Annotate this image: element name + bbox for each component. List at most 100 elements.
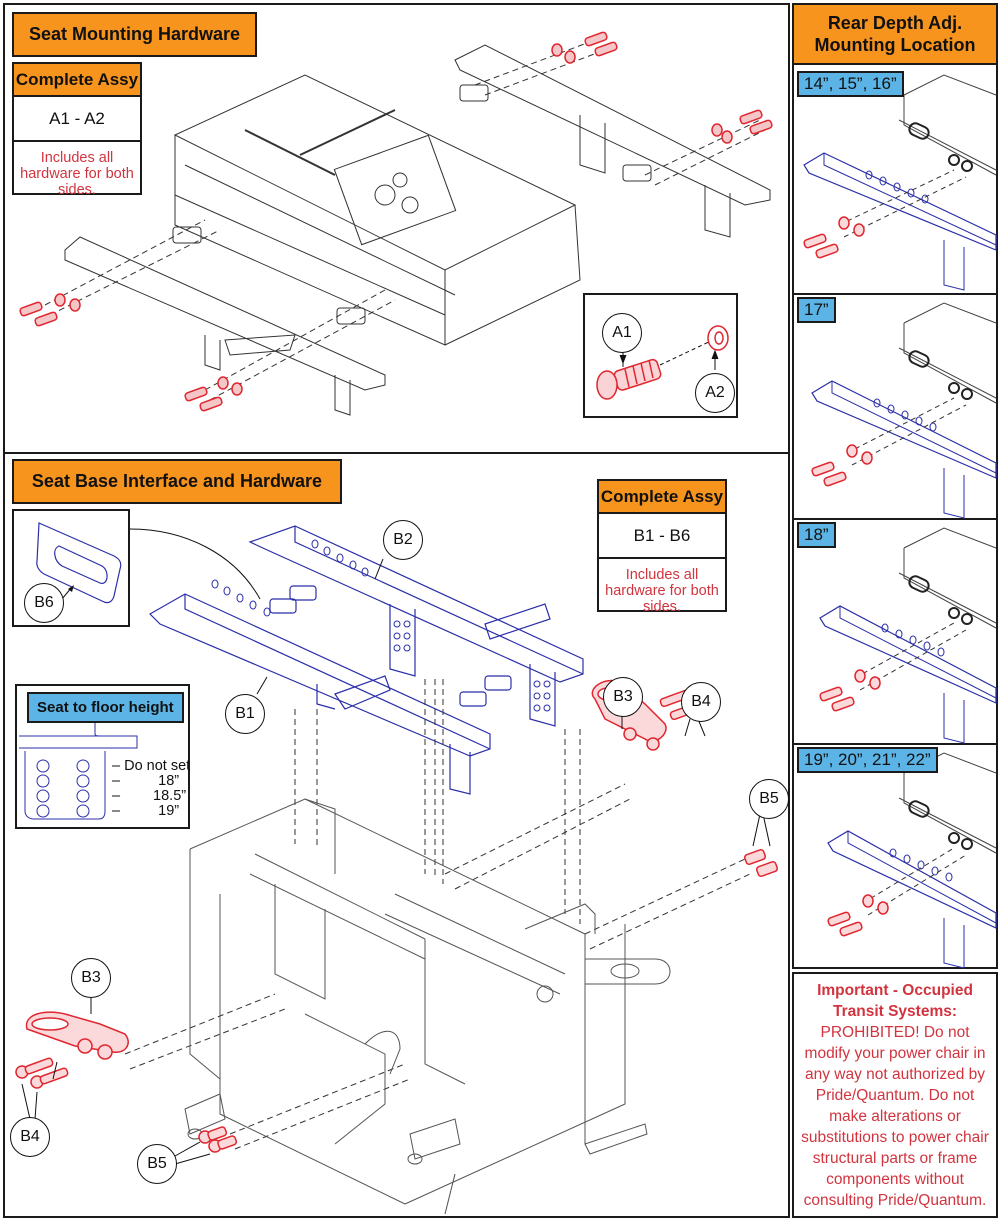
seat-mounting-title: Seat Mounting Hardware xyxy=(12,12,257,57)
a1-bolt-icon xyxy=(596,358,662,400)
seat-slot xyxy=(908,350,930,368)
complete-assy-note: Includes all hardware for both sides. xyxy=(605,567,719,615)
complete-assy-range: A1 - A2 xyxy=(14,97,140,142)
rail-bracket xyxy=(943,468,965,519)
height-row: – Do not set xyxy=(112,758,191,774)
seat-base-title: Seat Base Interface and Hardware xyxy=(12,459,342,504)
callout-b5-left: B5 xyxy=(137,1144,177,1184)
callout-b4-left: B4 xyxy=(10,1117,50,1157)
seat-mounting-complete-assy: Complete Assy A1 - A2 Includes all hardw… xyxy=(12,62,142,198)
bolt-icon xyxy=(815,243,839,259)
bolt-icon xyxy=(811,461,835,477)
callout-a2: A2 xyxy=(695,373,735,413)
washer-icon xyxy=(861,451,873,465)
washer-icon xyxy=(877,901,889,915)
rear-depth-rail xyxy=(819,605,997,704)
complete-assy-range: B1 - B6 xyxy=(599,514,725,559)
seat-hole xyxy=(948,382,960,394)
depth-position-drawing xyxy=(819,527,997,744)
rail-hole xyxy=(923,641,931,651)
b6-detail-inset: B6 xyxy=(12,509,130,627)
seat-base-complete-assy: Complete Assy B1 - B6 Includes all hardw… xyxy=(597,479,727,615)
callout-b5-right: B5 xyxy=(749,779,789,819)
b4-left-bolts-icon xyxy=(15,1057,69,1089)
b-rails xyxy=(149,525,584,795)
warning-body: PROHIBITED! Do not modify your power cha… xyxy=(801,1024,989,1209)
seat-frame-outline xyxy=(898,527,997,629)
b5-left-bolts-icon xyxy=(198,1126,238,1153)
warning-heading: Important - Occupied Transit Systems: xyxy=(817,982,973,1020)
rail-hole xyxy=(929,422,937,432)
rail-hole xyxy=(903,854,911,864)
seat-slot xyxy=(908,800,930,818)
depth-position-cell: 14”, 15”, 16” xyxy=(794,65,997,295)
rail-hole xyxy=(915,416,923,426)
rail-bracket xyxy=(943,918,965,969)
b3-left-bracket-icon xyxy=(25,1011,129,1060)
rear-depth-title-text: Rear Depth Adj. Mounting Location xyxy=(814,13,976,55)
rear-depth-title: Rear Depth Adj. Mounting Location xyxy=(792,3,998,65)
bolt-icon xyxy=(839,921,863,937)
b1-rail xyxy=(149,593,491,757)
depth-position-drawing xyxy=(803,74,997,291)
callout-b2: B2 xyxy=(383,520,423,560)
height-row: – 18.5” xyxy=(112,788,187,804)
washer-icon xyxy=(853,223,865,237)
depth-position-label: 14”, 15”, 16” xyxy=(797,71,904,97)
power-base-frame xyxy=(184,798,671,1215)
b5-right-bolts-icon xyxy=(743,848,779,878)
seat-base-panel: Seat Base Interface and Hardware Complet… xyxy=(3,452,790,1218)
bolt-icon xyxy=(827,911,851,927)
rear-depth-rail xyxy=(811,380,997,479)
seat-to-floor-inset: Seat to floor height – Do not set – 18” … xyxy=(15,684,190,829)
seat-frame-outline xyxy=(898,302,997,404)
seat-slot xyxy=(908,575,930,593)
callout-a1: A1 xyxy=(602,313,642,353)
seat-to-floor-label: Seat to floor height xyxy=(27,692,184,723)
depth-position-cell: 19”, 20”, 21”, 22” xyxy=(794,743,997,969)
depth-position-cell: 18” xyxy=(794,518,997,745)
callout-b3-right: B3 xyxy=(603,677,643,717)
seat-hole xyxy=(948,832,960,844)
height-holes xyxy=(36,759,90,818)
seat-hole xyxy=(961,838,973,850)
height-row: – 19” xyxy=(112,803,180,819)
depth-position-label: 19”, 20”, 21”, 22” xyxy=(797,747,938,773)
seat-base-plate xyxy=(173,74,577,271)
rear-depth-rail xyxy=(803,152,997,251)
washer-icon xyxy=(862,894,874,908)
depth-position-label: 17” xyxy=(797,297,836,323)
seat-slot xyxy=(908,122,930,140)
bolt-icon xyxy=(819,686,843,702)
a-parts-detail-inset: A1 A2 xyxy=(583,293,738,418)
rear-depth-rail-edge xyxy=(823,153,997,246)
rail-bracket xyxy=(943,240,965,291)
rail-hole xyxy=(931,866,939,876)
depth-position-drawing xyxy=(827,752,997,969)
depth-position-label: 18” xyxy=(797,522,836,548)
washer-icon xyxy=(846,444,858,458)
bolt-icon xyxy=(823,471,847,487)
depth-position-drawing xyxy=(811,302,997,519)
transit-warning-panel: Important - Occupied Transit Systems: PR… xyxy=(792,972,998,1218)
washer-icon xyxy=(869,676,881,690)
seat-mounting-panel: Seat Mounting Hardware Complete Assy A1 … xyxy=(3,3,790,454)
seat-hole xyxy=(961,160,973,172)
seat-frame-outline xyxy=(898,74,997,176)
a2-washer-icon xyxy=(707,325,729,351)
bolt-icon xyxy=(831,696,855,712)
warning-text: Important - Occupied Transit Systems: PR… xyxy=(798,980,992,1211)
seat-hole xyxy=(948,154,960,166)
callout-b1: B1 xyxy=(225,694,265,734)
assembly-line xyxy=(838,169,955,226)
seat-hole xyxy=(961,613,973,625)
depth-position-cell: 17” xyxy=(794,293,997,520)
callout-b3-left: B3 xyxy=(71,958,111,998)
height-row: – 18” xyxy=(112,773,180,789)
rear-depth-rail-edge xyxy=(847,831,997,924)
complete-assy-note: Includes all hardware for both sides. xyxy=(20,150,134,198)
seat-hole xyxy=(961,388,973,400)
right-rail xyxy=(454,44,771,206)
assembly-line xyxy=(854,622,955,679)
rail-hole xyxy=(945,872,953,882)
